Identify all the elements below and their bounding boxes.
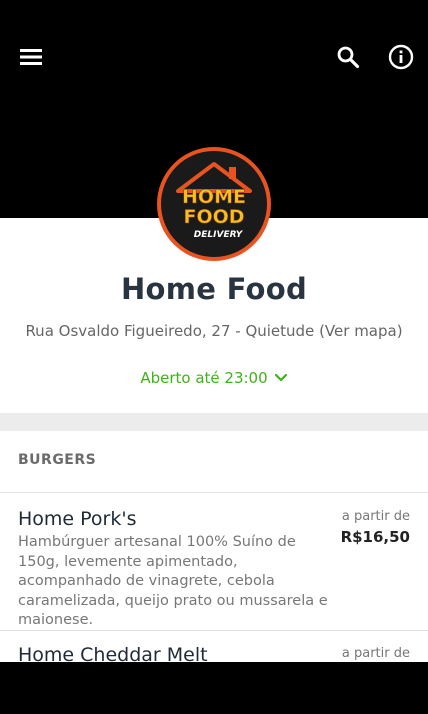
bottom-bar	[0, 662, 428, 714]
logo-text-delivery: DELIVERY	[194, 230, 244, 240]
menu-item[interactable]: Home Pork's Hambúrguer artesanal 100% Su…	[0, 493, 428, 629]
category-title: BURGERS	[18, 452, 97, 468]
hamburger-menu-icon[interactable]	[14, 40, 48, 74]
price-prefix: a partir de	[341, 646, 410, 661]
price-prefix: a partir de	[341, 509, 410, 524]
restaurant-address: Rua Osvaldo Figueiredo, 27 - Quietude (V…	[0, 322, 428, 340]
search-icon[interactable]	[331, 40, 365, 74]
view-map-link[interactable]: (Ver mapa)	[319, 322, 402, 340]
info-icon[interactable]	[384, 40, 418, 74]
logo-text-home: HOME	[182, 186, 246, 208]
item-name: Home Pork's	[18, 508, 137, 530]
address-text: Rua Osvaldo Figueiredo, 27 - Quietude	[25, 322, 315, 340]
menu-item[interactable]: Home Cheddar Melt a partir de	[0, 631, 428, 662]
chevron-down-icon	[274, 369, 288, 387]
item-price: R$16,50	[340, 528, 410, 546]
section-divider	[0, 413, 428, 431]
restaurant-name: Home Food	[120, 272, 308, 306]
opening-hours-text: Aberto até 23:00	[140, 369, 268, 387]
restaurant-logo: HOME FOOD DELIVERY	[161, 151, 267, 257]
opening-hours-toggle[interactable]: Aberto até 23:00	[0, 369, 428, 387]
item-name: Home Cheddar Melt	[18, 644, 208, 662]
logo-text-food: FOOD	[183, 206, 244, 228]
item-description: Hambúrguer artesanal 100% Suíno de 150g,…	[18, 534, 328, 628]
